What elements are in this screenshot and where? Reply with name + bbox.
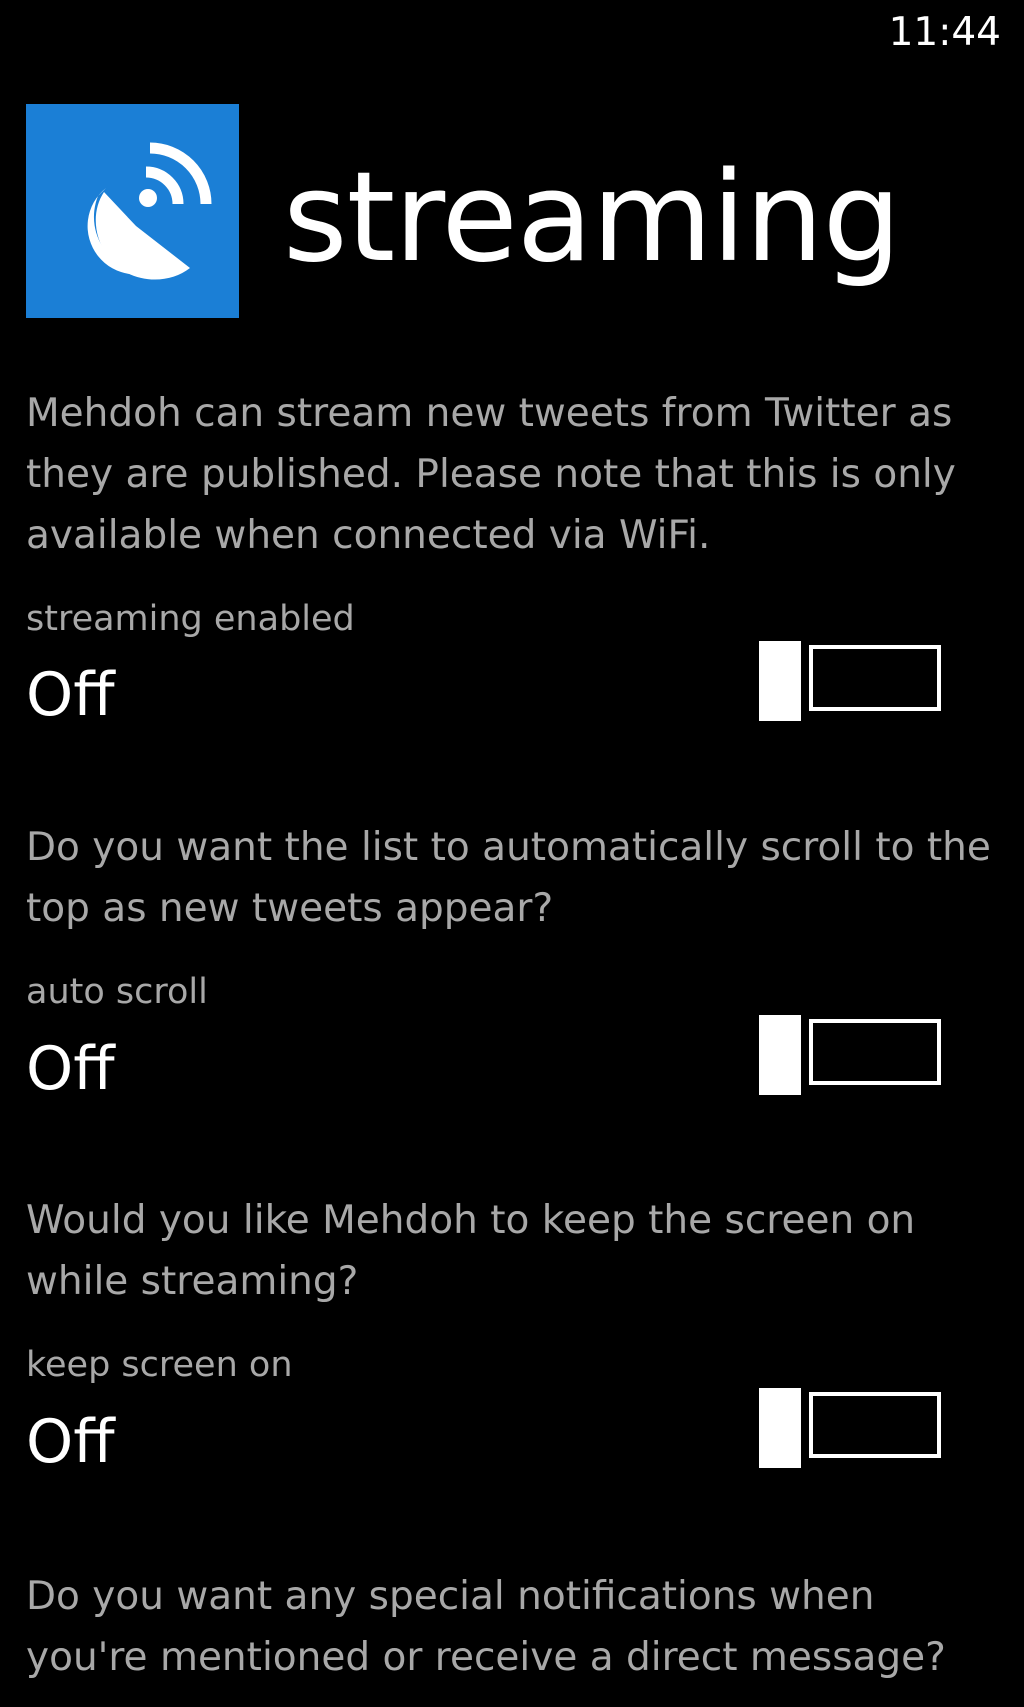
toggle-track [809,1392,941,1458]
section-description: Do you want any special notifications wh… [26,1574,946,1680]
toggle-switch-auto-scroll[interactable] [759,1015,949,1095]
section-auto-scroll: Do you want the list to automatically sc… [26,817,1006,939]
page-title: streaming [283,146,901,290]
toggle-switch-keep-screen-on[interactable] [759,1388,949,1468]
status-clock: 11:44 [888,10,1001,55]
toggle-track [809,645,941,711]
toggle-thumb[interactable] [759,1015,801,1095]
toggle-value-streaming-enabled: Off [26,660,115,730]
section-description: Do you want the list to automatically sc… [26,825,991,931]
toggle-label-auto-scroll: auto scroll [26,972,208,1012]
toggle-label-keep-screen-on: keep screen on [26,1345,293,1385]
toggle-switch-streaming-enabled[interactable] [759,641,949,721]
page-header: streaming [26,104,986,318]
section-notifications: Do you want any special notifications wh… [26,1566,1006,1688]
section-description: Mehdoh can stream new tweets from Twitte… [26,391,956,558]
toggle-value-keep-screen-on: Off [26,1407,115,1477]
toggle-thumb[interactable] [759,641,801,721]
app-tile [26,104,239,318]
section-description: Would you like Mehdoh to keep the screen… [26,1198,916,1304]
section-keep-screen-on: Would you like Mehdoh to keep the screen… [26,1190,1006,1312]
section-streaming-enabled: Mehdoh can stream new tweets from Twitte… [26,383,1006,566]
toggle-value-auto-scroll: Off [26,1034,115,1104]
status-bar: 11:44 [0,0,1024,80]
toggle-label-streaming-enabled: streaming enabled [26,599,355,639]
toggle-track [809,1019,941,1085]
satellite-dish-icon [87,142,212,280]
toggle-thumb[interactable] [759,1388,801,1468]
